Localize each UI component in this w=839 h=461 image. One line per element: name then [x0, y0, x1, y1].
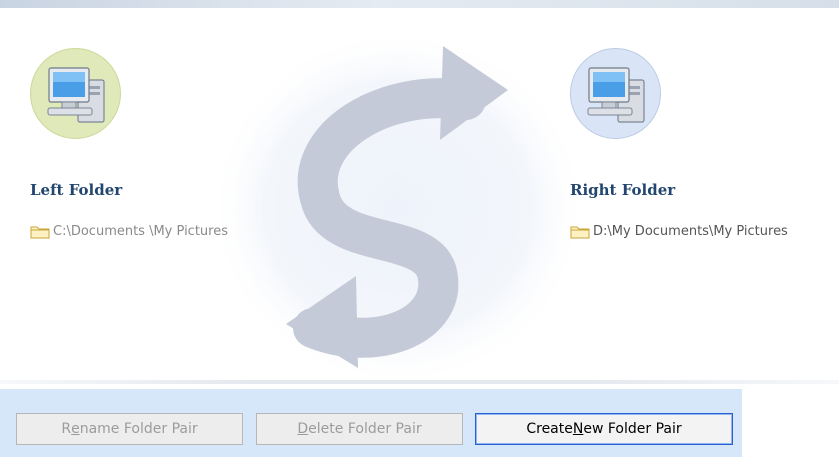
sync-arrows-icon [208, 28, 588, 388]
left-folder-path-text: C:\Documents \My Pictures [53, 224, 228, 239]
computer-icon [570, 48, 661, 139]
rename-folder-pair-button[interactable]: Re name Folder Pair [16, 413, 243, 445]
folder-pair-panel: Left Folder C:\Documents \My Pictures Ri… [0, 8, 839, 388]
right-folder-title: Right Folder [570, 181, 676, 199]
left-folder-title: Left Folder [30, 181, 123, 199]
divider [0, 380, 839, 384]
computer-icon [30, 48, 121, 139]
button-bar: Re name Folder Pair Delete Folder Pair Cr… [0, 389, 742, 457]
left-folder-path[interactable]: C:\Documents \My Pictures [30, 224, 228, 239]
right-folder-path-text: D:\My Documents\My Pictures [593, 224, 788, 239]
folder-icon [570, 226, 590, 239]
folder-icon [30, 226, 50, 239]
right-folder-path[interactable]: D:\My Documents\My Pictures [570, 224, 788, 239]
delete-folder-pair-button[interactable]: Delete Folder Pair [256, 413, 463, 445]
create-new-folder-pair-button[interactable]: Create New Folder Pair [475, 413, 733, 445]
